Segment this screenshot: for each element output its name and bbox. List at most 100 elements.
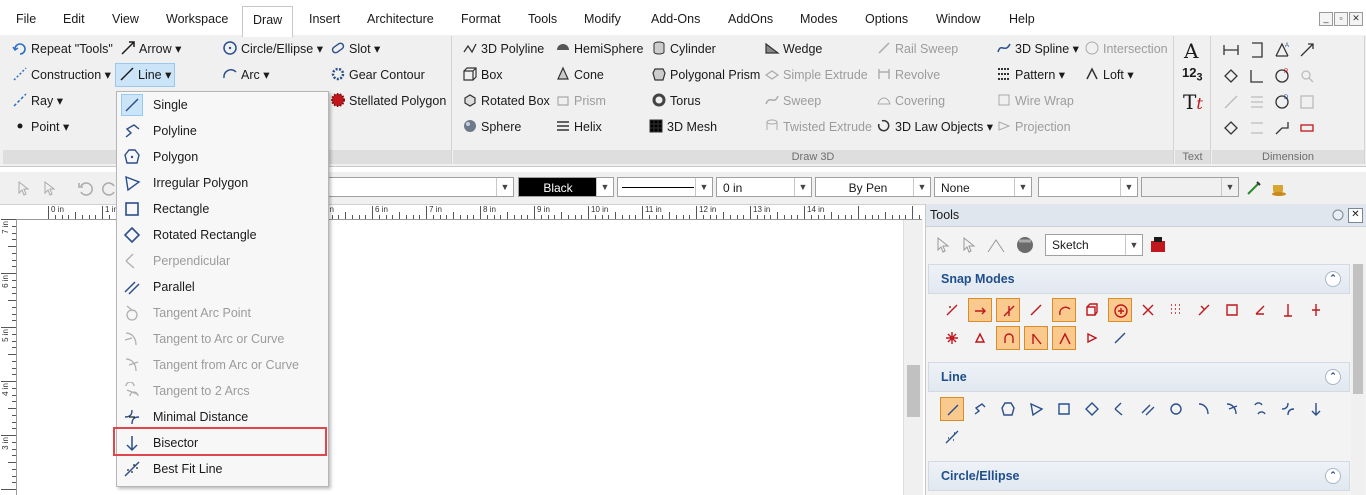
menu-edit[interactable]: Edit xyxy=(63,0,85,35)
simple-extrude-button[interactable]: Simple Extrude xyxy=(764,64,868,86)
dimension-search-icon[interactable] xyxy=(1298,67,1316,85)
ray-button[interactable]: Ray ▾ xyxy=(12,90,63,112)
tool-line-polygon-button[interactable] xyxy=(996,397,1020,421)
menu-architecture[interactable]: Architecture xyxy=(367,0,434,35)
dimension-tolerance-icon[interactable] xyxy=(1248,119,1266,137)
tool-line-irregular-polygon-button[interactable] xyxy=(1024,397,1048,421)
construction-button[interactable]: Construction ▾ xyxy=(12,64,111,86)
scrollbar-thumb[interactable] xyxy=(1353,264,1363,394)
rotated-box-button[interactable]: Rotated Box xyxy=(462,90,550,112)
dimension-baseline-icon[interactable] xyxy=(1248,67,1266,85)
loft-button[interactable]: Loft ▾ xyxy=(1084,64,1134,86)
slot-button[interactable]: Slot ▾ xyxy=(330,38,380,60)
dimension-vertical-icon[interactable] xyxy=(1248,41,1266,59)
menu-item-best-fit-line[interactable]: Best Fit Line xyxy=(117,456,328,482)
tool-line-rotated-rectangle-button[interactable] xyxy=(1080,397,1104,421)
menu-tools[interactable]: Tools xyxy=(528,0,557,35)
tool-line-perpendicular-button[interactable] xyxy=(1108,397,1132,421)
pattern-button[interactable]: Pattern ▾ xyxy=(996,64,1065,86)
snap-arc-center-button[interactable] xyxy=(1052,298,1076,322)
cone-button[interactable]: Cone xyxy=(555,64,604,86)
section-header-snap-modes[interactable]: Snap Modes ⌃ xyxy=(928,264,1350,294)
sphere-button[interactable]: Sphere xyxy=(462,116,521,138)
menu-add-ons[interactable]: Add-Ons xyxy=(651,0,700,35)
close-icon[interactable]: ✕ xyxy=(1348,208,1363,223)
menu-item-rotated-rectangle[interactable]: Rotated Rectangle xyxy=(117,222,328,248)
snap-cube-button[interactable] xyxy=(1080,298,1104,322)
layer-combo[interactable]: ▼ xyxy=(328,177,514,197)
menu-file[interactable]: File xyxy=(16,0,36,35)
line-button[interactable]: Line ▾ xyxy=(115,63,176,87)
dimension-diameter-icon[interactable]: D xyxy=(1273,93,1291,111)
point-button[interactable]: Point ▾ xyxy=(12,116,69,138)
menu-item-tangent-to-2-arcs[interactable]: Tangent to 2 Arcs xyxy=(117,378,328,404)
tool-line-tangent-from-arc-button[interactable] xyxy=(1220,397,1244,421)
minimize-icon[interactable]: _ xyxy=(1319,12,1333,26)
menu-item-polygon[interactable]: Polygon xyxy=(117,144,328,170)
3d-mesh-button[interactable]: 3D Mesh xyxy=(648,116,717,138)
snap-arc-button[interactable] xyxy=(996,326,1020,350)
sweep-button[interactable]: Sweep xyxy=(764,90,821,112)
tool-line-minimal-distance-button[interactable] xyxy=(1276,397,1300,421)
snap-tangent-button[interactable] xyxy=(1192,298,1216,322)
menu-item-polyline[interactable]: Polyline xyxy=(117,118,328,144)
3d-spline-button[interactable]: 3D Spline ▾ xyxy=(996,38,1079,60)
torus-button[interactable]: Torus xyxy=(651,90,701,112)
section-header-circle-ellipse[interactable]: Circle/Ellipse ⌃ xyxy=(928,461,1350,491)
tool-line-bisector-button[interactable] xyxy=(1304,397,1328,421)
menu-item-parallel[interactable]: Parallel xyxy=(117,274,328,300)
dimension-aligned-icon[interactable] xyxy=(1222,67,1240,85)
tool-line-single-button[interactable] xyxy=(940,397,964,421)
hemisphere-button[interactable]: HemiSphere xyxy=(555,38,643,60)
twisted-extrude-button[interactable]: Twisted Extrude xyxy=(764,116,872,138)
tool-line-rectangle-button[interactable] xyxy=(1052,397,1076,421)
menu-item-tangent-to-arc-or-curve[interactable]: Tangent to Arc or Curve xyxy=(117,326,328,352)
snap-dashed-button[interactable] xyxy=(1108,326,1132,350)
rail-sweep-button[interactable]: Rail Sweep xyxy=(876,38,958,60)
menu-item-single[interactable]: Single xyxy=(117,92,328,118)
snap-angle-button[interactable] xyxy=(1248,298,1272,322)
menu-item-tangent-arc-point[interactable]: Tangent Arc Point xyxy=(117,300,328,326)
text-style-icon[interactable]: Tt xyxy=(1183,90,1203,114)
wire-wrap-button[interactable]: Wire Wrap xyxy=(996,90,1074,112)
close-icon[interactable]: ✕ xyxy=(1349,12,1363,26)
menu-view[interactable]: View xyxy=(112,0,139,35)
dimension-arc-icon[interactable] xyxy=(1222,119,1240,137)
undo-icon[interactable] xyxy=(77,180,93,196)
select-arrow-icon[interactable] xyxy=(934,236,952,254)
tools-panel-scrollbar[interactable] xyxy=(1351,264,1365,495)
menu-help[interactable]: Help xyxy=(1009,0,1035,35)
wedge-button[interactable]: Wedge xyxy=(764,38,822,60)
toolbox-icon[interactable] xyxy=(1148,234,1170,256)
menu-item-perpendicular[interactable]: Perpendicular xyxy=(117,248,328,274)
menu-modes[interactable]: Modes xyxy=(800,0,838,35)
canvas-vertical-scrollbar[interactable] xyxy=(903,220,923,495)
snap-vertical-button[interactable] xyxy=(1304,298,1328,322)
snap-perpendicular-button[interactable] xyxy=(1276,298,1300,322)
number-text-icon[interactable]: 123 xyxy=(1182,65,1203,84)
scrollbar-thumb[interactable] xyxy=(907,365,920,417)
dimension-ordinate-icon[interactable] xyxy=(1248,93,1266,111)
snap-smart-button[interactable] xyxy=(940,298,964,322)
select-arrow-icon[interactable] xyxy=(16,180,32,196)
select-subobject-icon[interactable] xyxy=(42,180,58,196)
menu-insert[interactable]: Insert xyxy=(309,0,340,35)
3d-polyline-button[interactable]: 3D Polyline xyxy=(462,38,544,60)
font-size-combo[interactable]: ▼ xyxy=(1141,177,1239,197)
font-combo[interactable]: ▼ xyxy=(1038,177,1138,197)
arrow-button[interactable]: Arrow ▾ xyxy=(120,38,181,60)
pen-combo[interactable]: By Pen ▼ xyxy=(815,177,931,197)
menu-addons[interactable]: AddOns xyxy=(728,0,773,35)
dimension-angle-icon[interactable]: A xyxy=(1273,41,1291,59)
menu-format[interactable]: Format xyxy=(461,0,501,35)
snap-quadrant-button[interactable] xyxy=(1220,298,1244,322)
snap-3d-face-button[interactable] xyxy=(1080,326,1104,350)
menu-workspace[interactable]: Workspace xyxy=(166,0,228,35)
snap-midpoint-button[interactable] xyxy=(996,298,1020,322)
edit-points-icon[interactable] xyxy=(986,236,1008,254)
dimension-gdt-icon[interactable] xyxy=(1298,119,1316,137)
revolve-button[interactable]: Revolve xyxy=(876,64,940,86)
gear-contour-button[interactable]: Gear Contour xyxy=(330,64,425,86)
tool-line-tangent-2-arcs-button[interactable] xyxy=(1248,397,1272,421)
collapse-icon[interactable]: ⌃ xyxy=(1325,369,1341,385)
